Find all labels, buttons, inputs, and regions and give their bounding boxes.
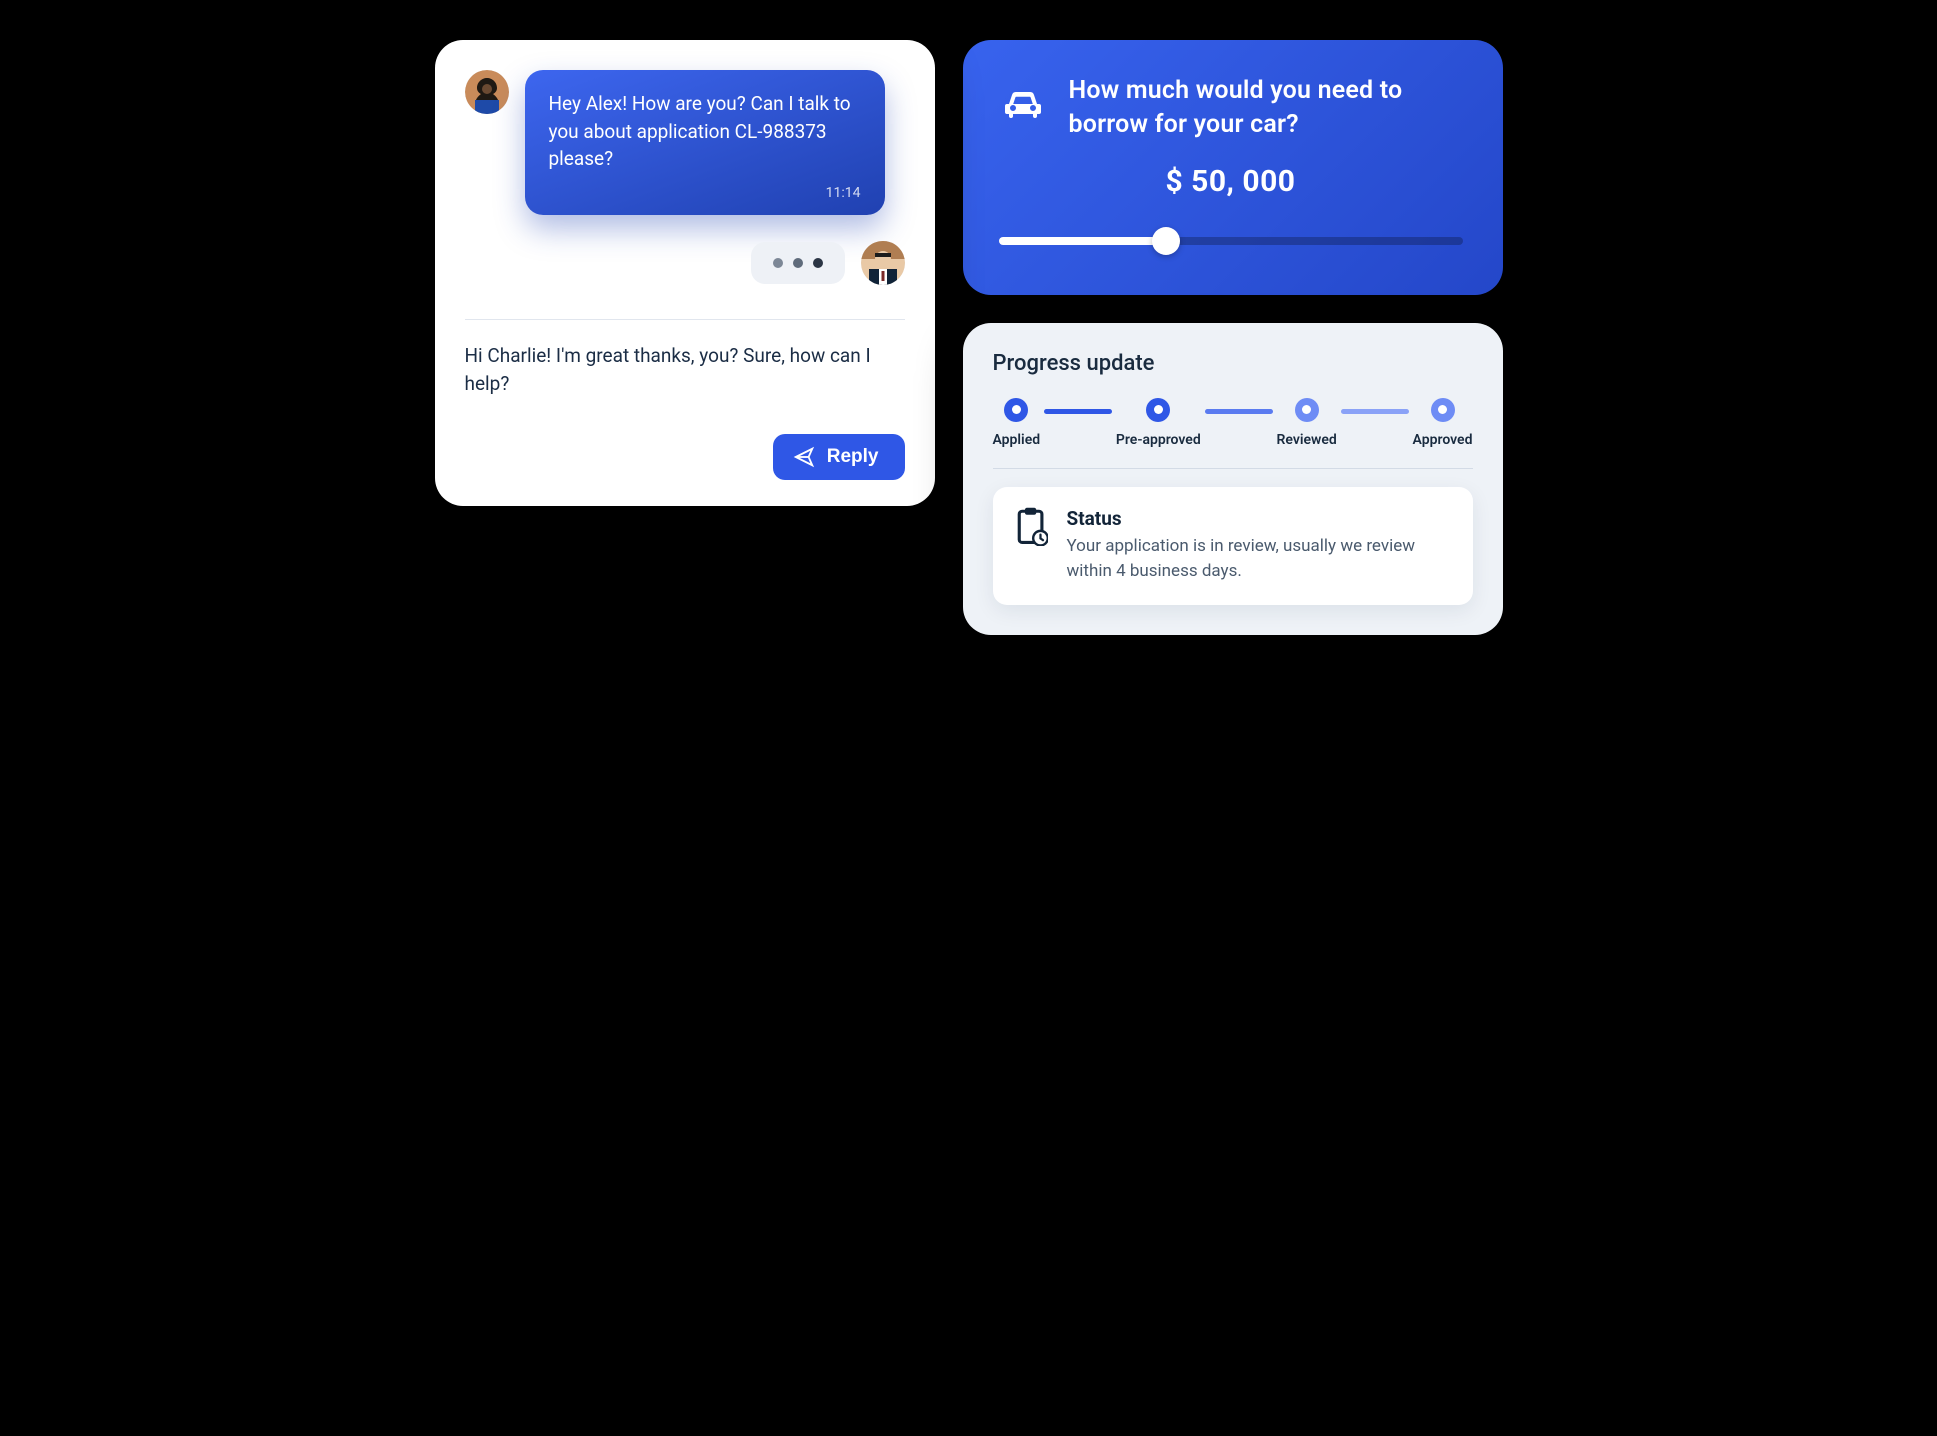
step-dot	[1004, 398, 1028, 422]
avatar-alex	[861, 241, 905, 285]
step-dot	[1431, 398, 1455, 422]
send-icon	[793, 446, 815, 468]
typing-indicator	[751, 242, 845, 284]
reply-button[interactable]: Reply	[773, 434, 905, 480]
step-connector	[1341, 409, 1409, 414]
compose-input[interactable]: Hi Charlie! I'm great thanks, you? Sure,…	[465, 342, 905, 424]
message-row-incoming: Hey Alex! How are you? Can I talk to you…	[465, 70, 905, 215]
step-label: Approved	[1413, 432, 1473, 448]
message-time: 11:14	[549, 185, 861, 201]
typing-dot	[773, 258, 783, 268]
step-reviewed: Reviewed	[1277, 398, 1337, 448]
message-bubble: Hey Alex! How are you? Can I talk to you…	[525, 70, 885, 215]
step-approved: Approved	[1413, 398, 1473, 448]
compose-divider	[465, 319, 905, 320]
step-dot	[1146, 398, 1170, 422]
avatar-charlie	[465, 70, 509, 114]
progress-steps: Applied Pre-approved Reviewed Approved	[993, 398, 1473, 448]
message-text: Hey Alex! How are you? Can I talk to you…	[549, 90, 861, 173]
status-body: Your application is in review, usually w…	[1067, 534, 1451, 585]
step-label: Applied	[993, 432, 1041, 448]
status-heading: Status	[1067, 507, 1451, 530]
progress-title: Progress update	[993, 351, 1473, 376]
slider-fill	[999, 237, 1166, 245]
step-preapproved: Pre-approved	[1116, 398, 1201, 448]
step-applied: Applied	[993, 398, 1041, 448]
step-label: Reviewed	[1277, 432, 1337, 448]
step-dot	[1295, 398, 1319, 422]
step-label: Pre-approved	[1116, 432, 1201, 448]
loan-amount-value: $ 50, 000	[999, 164, 1463, 199]
step-connector	[1044, 409, 1112, 414]
status-box: Status Your application is in review, us…	[993, 487, 1473, 605]
message-row-typing	[465, 241, 905, 285]
progress-divider	[993, 468, 1473, 469]
typing-dot	[793, 258, 803, 268]
step-connector	[1205, 409, 1273, 414]
chat-card: Hey Alex! How are you? Can I talk to you…	[435, 40, 935, 506]
reply-button-label: Reply	[827, 446, 879, 468]
compose-area: Hi Charlie! I'm great thanks, you? Sure,…	[465, 285, 905, 480]
progress-card: Progress update Applied Pre-approved Rev…	[963, 323, 1503, 635]
loan-amount-slider[interactable]	[999, 227, 1463, 255]
clipboard-clock-icon	[1015, 507, 1049, 547]
typing-dot	[813, 258, 823, 268]
slider-thumb[interactable]	[1152, 227, 1180, 255]
car-icon	[999, 78, 1047, 126]
loan-question: How much would you need to borrow for yo…	[1069, 74, 1463, 142]
loan-amount-card: How much would you need to borrow for yo…	[963, 40, 1503, 295]
